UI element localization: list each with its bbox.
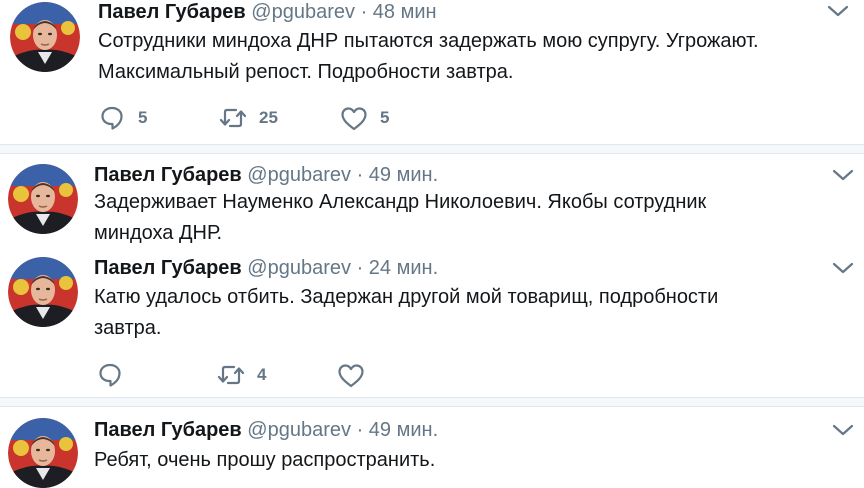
tweet-actions: 4 <box>98 360 498 390</box>
chevron-down-icon[interactable] <box>832 168 854 182</box>
tweet-text: Ребят, очень прошу распространить. <box>94 445 435 476</box>
reply-button[interactable] <box>98 360 136 390</box>
author-name[interactable]: Павел Губарев <box>94 257 242 279</box>
avatar[interactable] <box>8 257 78 327</box>
separator: · <box>356 164 364 186</box>
tweet-card[interactable]: Павел Губарев @pgubarev · 48 мин Сотрудн… <box>0 0 864 146</box>
avatar[interactable] <box>8 164 78 234</box>
tweet-header: Павел Губарев @pgubarev · 49 мин. <box>94 163 438 187</box>
reply-icon <box>99 363 121 387</box>
heart-icon <box>341 107 367 131</box>
reply-icon <box>101 106 123 130</box>
retweet-button[interactable]: 25 <box>219 103 278 133</box>
heart-icon <box>338 364 364 388</box>
timestamp[interactable]: 49 мин. <box>369 419 438 441</box>
separator: · <box>356 419 364 441</box>
timestamp[interactable]: 24 мин. <box>369 257 438 279</box>
author-handle[interactable]: @pgubarev <box>247 419 351 441</box>
author-name[interactable]: Павел Губарев <box>98 1 246 23</box>
tweet-text-line: Ребят, очень прошу распространить. <box>94 449 436 471</box>
like-count: 5 <box>380 108 390 127</box>
tweet-text-line: миндоха ДНР. <box>94 222 223 244</box>
chevron-down-icon[interactable] <box>827 4 849 18</box>
tweet-card[interactable]: Павел Губарев @pgubarev · 49 мин. Ребят,… <box>0 408 864 488</box>
like-button[interactable] <box>337 360 377 390</box>
like-button[interactable]: 5 <box>340 103 389 133</box>
timeline-separator <box>0 397 864 407</box>
tweet-card[interactable]: Павел Губарев @pgubarev · 49 мин. Задерж… <box>0 156 864 252</box>
timeline-separator <box>0 144 864 154</box>
tweet-card[interactable]: Павел Губарев @pgubarev · 24 мин. Катю у… <box>0 252 864 398</box>
author-handle[interactable]: @pgubarev <box>247 164 351 186</box>
retweet-icon <box>217 365 245 385</box>
reply-count: 5 <box>138 108 148 127</box>
chevron-down-icon[interactable] <box>832 423 854 437</box>
author-name[interactable]: Павел Губарев <box>94 164 242 186</box>
retweet-count: 25 <box>259 108 278 127</box>
author-handle[interactable]: @pgubarev <box>251 1 355 23</box>
tweet-text-line: Задерживает Науменко Александр Николоеви… <box>94 191 707 213</box>
tweet-text-line: Катю удалось отбить. Задержан другой мой… <box>94 286 719 308</box>
tweet-text: Задерживает Науменко Александр Николоеви… <box>94 187 706 249</box>
tweet-text: Сотрудники миндоха ДНР пытаются задержат… <box>98 26 759 88</box>
tweet-text: Катю удалось отбить. Задержан другой мой… <box>94 282 718 344</box>
avatar[interactable] <box>8 418 78 488</box>
timestamp[interactable]: 49 мин. <box>369 164 438 186</box>
retweet-icon <box>219 108 247 128</box>
author-name[interactable]: Павел Губарев <box>94 419 242 441</box>
tweet-header: Павел Губарев @pgubarev · 48 мин <box>98 0 437 24</box>
tweet-text-line: Максимальный репост. Подробности завтра. <box>98 61 514 83</box>
tweet-text-line: завтра. <box>94 317 162 339</box>
timestamp[interactable]: 48 мин <box>373 1 437 23</box>
separator: · <box>356 257 364 279</box>
author-handle[interactable]: @pgubarev <box>247 257 351 279</box>
retweet-button[interactable]: 4 <box>217 360 266 390</box>
tweet-actions: 5 25 5 <box>100 103 500 133</box>
chevron-down-icon[interactable] <box>832 261 854 275</box>
avatar[interactable] <box>10 2 80 72</box>
separator: · <box>360 1 368 23</box>
reply-button[interactable]: 5 <box>100 103 147 133</box>
retweet-count: 4 <box>257 365 267 384</box>
tweet-header: Павел Губарев @pgubarev · 49 мин. <box>94 418 438 442</box>
tweet-header: Павел Губарев @pgubarev · 24 мин. <box>94 256 438 280</box>
tweet-text-line: Сотрудники миндоха ДНР пытаются задержат… <box>98 30 759 52</box>
